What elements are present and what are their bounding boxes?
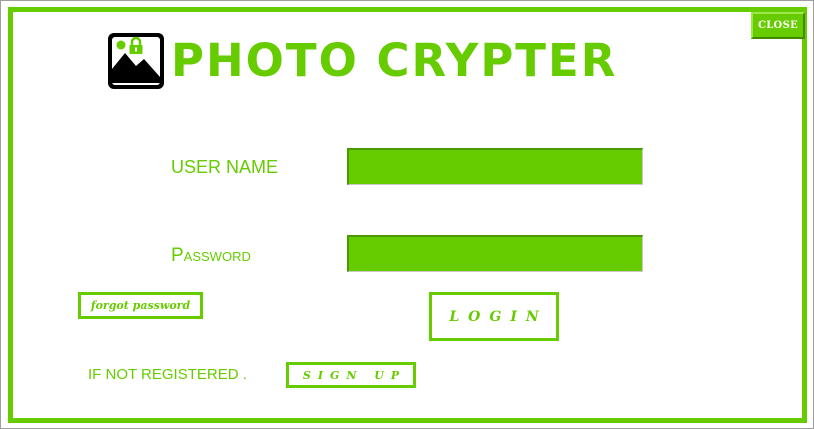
username-input[interactable] [347, 148, 643, 185]
login-button[interactable]: LOGIN [429, 292, 559, 341]
username-label: USER NAME [171, 157, 279, 177]
close-button[interactable]: CLOSE [751, 12, 805, 39]
password-input[interactable] [347, 235, 643, 272]
password-label: Password [171, 245, 251, 266]
sign-up-button[interactable]: SIGN UP [286, 362, 416, 388]
not-registered-label: IF NOT REGISTERED . [88, 366, 247, 383]
image-lock-icon [108, 33, 164, 89]
forgot-password-button[interactable]: forgot password [78, 292, 203, 319]
app-window: CLOSE PHOTO CRYPTER USER NAME Password f… [0, 0, 814, 429]
app-title: PHOTO CRYPTER [171, 34, 618, 87]
